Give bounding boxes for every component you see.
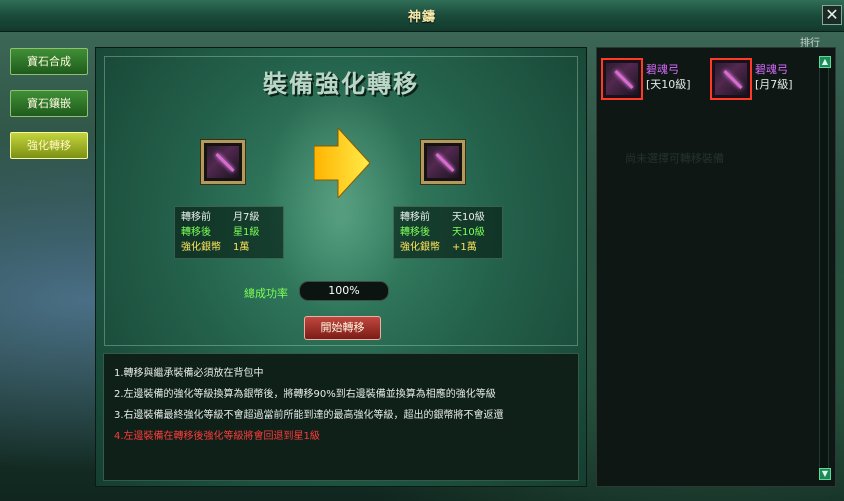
info-value: +1萬 [452,242,477,253]
bow-icon [427,146,459,178]
item-name: 碧魂弓 [755,63,788,76]
info-row: 轉移前 天10級 [400,210,496,225]
inventory-item[interactable]: 碧魂弓 [天10級] [601,58,711,104]
item-level: [天10級] [646,78,691,91]
bow-icon [715,63,747,95]
transfer-panel: 裝備強化轉移 轉移前 月7級 轉移後 星1級 強化銀幣 1萬 轉移前 天10級 … [95,47,587,487]
info-value: 天10級 [452,212,485,223]
info-value: 星1級 [233,227,260,238]
info-row: 強化銀幣 1萬 [181,240,277,255]
scroll-up-button[interactable]: ▲ [819,56,831,68]
success-rate-label: 總成功率 [244,287,288,300]
bow-icon [606,63,638,95]
inventory-scrollbar[interactable]: ▲ ▼ [819,56,831,480]
item-slot[interactable] [601,58,643,100]
close-button[interactable]: ✕ [822,5,842,25]
info-row: 強化銀幣 +1萬 [400,240,496,255]
source-info-box: 轉移前 月7級 轉移後 星1級 強化銀幣 1萬 [174,206,284,259]
scroll-down-button[interactable]: ▼ [819,468,831,480]
target-info-box: 轉移前 天10級 轉移後 天10級 強化銀幣 +1萬 [393,206,503,259]
item-slot[interactable] [710,58,752,100]
left-tab-bar: 寶石合成 寶石鑲嵌 強化轉移 [6,40,90,495]
transfer-arrow-icon [314,128,370,198]
info-key: 強化銀幣 [400,242,440,253]
info-value: 月7級 [233,212,260,223]
panel-heading: 裝備強化轉移 [263,70,419,98]
info-key: 轉移後 [181,227,211,238]
start-transfer-button[interactable]: 開始轉移 [304,316,381,340]
inventory-item[interactable]: 碧魂弓 [月7級] [710,58,820,104]
window-title: 神鑄 [407,10,436,25]
info-value: 天10級 [452,227,485,238]
info-row: 轉移後 天10級 [400,225,496,240]
info-key: 轉移前 [181,212,211,223]
item-name: 碧魂弓 [646,63,679,76]
info-value: 1萬 [233,242,250,253]
instruction-line: 1.轉移與繼承裝備必須放在背包中 [114,368,264,379]
success-rate-value: 100% [299,281,389,301]
tab-enhance-transfer[interactable]: 強化轉移 [10,132,88,159]
instructions-box: 1.轉移與繼承裝備必須放在背包中 2.左邊裝備的強化等級換算為銀幣後，將轉移90… [103,353,579,481]
info-key: 強化銀幣 [181,242,221,253]
tab-gem-inlay[interactable]: 寶石鑲嵌 [10,90,88,117]
inventory-panel: 尚未選擇可轉移裝備 碧魂弓 [天10級] 碧魂弓 [月7級] ▲ ▼ [596,47,836,487]
title-bar: 神鑄 ✕ [0,0,844,32]
info-row: 轉移前 月7級 [181,210,277,225]
info-key: 轉移後 [400,227,430,238]
target-equipment-slot[interactable] [420,139,466,185]
info-key: 轉移前 [400,212,430,223]
source-equipment-slot[interactable] [200,139,246,185]
instruction-line: 2.左邊裝備的強化等級換算為銀幣後，將轉移90%到右邊裝備並換算為相應的強化等級 [114,389,496,400]
tab-gem-synthesis[interactable]: 寶石合成 [10,48,88,75]
empty-hint: 尚未選擇可轉移裝備 [625,152,724,165]
instruction-line: 3.右邊裝備最終強化等級不會超過當前所能到達的最高強化等級，超出的銀幣將不會返還 [114,410,504,421]
info-row: 轉移後 星1級 [181,225,277,240]
item-level: [月7級] [755,78,793,91]
warning-line: 4.左邊裝備在轉移後強化等級將會回退到星1級 [114,431,320,442]
bow-icon [207,146,239,178]
forge-window: 神鑄 ✕ 排行 寶石合成 寶石鑲嵌 強化轉移 裝備強化轉移 轉移前 月7級 轉移… [0,0,844,501]
